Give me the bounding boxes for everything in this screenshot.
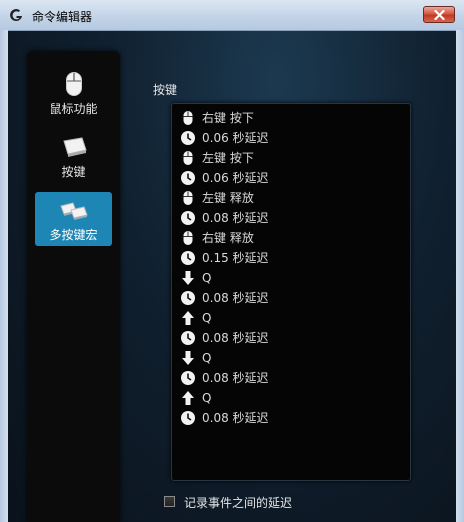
- event-text: 左键 释放: [202, 191, 254, 205]
- list-item[interactable]: 0.08 秒延迟: [180, 288, 400, 308]
- list-item[interactable]: Q: [180, 268, 400, 288]
- record-delay-label: 记录事件之间的延迟: [184, 496, 293, 510]
- list-item[interactable]: Q: [180, 388, 400, 408]
- multi-key-icon: [59, 202, 88, 220]
- list-item[interactable]: 0.08 秒延迟: [180, 408, 400, 428]
- list-item[interactable]: Q: [180, 308, 400, 328]
- arrow-down-icon: [182, 271, 194, 285]
- event-text: Q: [202, 271, 212, 285]
- record-delay-checkbox[interactable]: [164, 496, 175, 507]
- event-text: 0.06 秒延迟: [202, 171, 269, 185]
- event-text: Q: [202, 311, 212, 325]
- list-item[interactable]: 0.08 秒延迟: [180, 368, 400, 388]
- list-item[interactable]: 左键 释放: [180, 188, 400, 208]
- event-text: Q: [202, 391, 212, 405]
- logitech-g-logo-icon: [10, 9, 22, 22]
- list-item[interactable]: Q: [180, 348, 400, 368]
- arrow-up-icon: [182, 311, 194, 325]
- clock-icon: [181, 171, 195, 185]
- mouse-icon: [183, 151, 193, 165]
- list-item[interactable]: 0.08 秒延迟: [180, 208, 400, 228]
- window-title: 命令编辑器: [32, 10, 93, 24]
- event-text: 0.08 秒延迟: [202, 211, 269, 225]
- event-text: 0.08 秒延迟: [202, 371, 269, 385]
- event-text: Q: [202, 351, 212, 365]
- mouse-icon: [183, 111, 193, 125]
- list-item[interactable]: 0.06 秒延迟: [180, 168, 400, 188]
- list-item[interactable]: 右键 按下: [180, 108, 400, 128]
- close-button[interactable]: [423, 6, 455, 23]
- close-icon: [434, 10, 445, 20]
- event-text: 0.08 秒延迟: [202, 291, 269, 305]
- window-frame-right: [456, 30, 464, 522]
- event-list[interactable]: 右键 按下 0.06 秒延迟 左键 按下 0.06 秒延迟 左键 释放 0.08…: [171, 103, 411, 481]
- list-item[interactable]: 0.06 秒延迟: [180, 128, 400, 148]
- arrow-down-icon: [182, 351, 194, 365]
- event-text: 右键 释放: [202, 231, 254, 245]
- sidebar-item-mouse-function[interactable]: 鼠标功能: [35, 66, 112, 120]
- event-text: 0.15 秒延迟: [202, 251, 269, 265]
- list-item[interactable]: 0.08 秒延迟: [180, 328, 400, 348]
- sidebar-item-label: 按键: [61, 165, 86, 179]
- clock-icon: [181, 211, 195, 225]
- record-delay-option[interactable]: 记录事件之间的延迟: [164, 494, 364, 510]
- sidebar-item-label: 多按键宏: [49, 228, 98, 242]
- event-text: 左键 按下: [202, 151, 254, 165]
- content-area: 鼠标功能 按键 多按键宏 按键 右键 按下 0.06 秒延迟 左键 按下 0.0…: [8, 31, 456, 522]
- window-frame-left: [0, 30, 8, 522]
- sidebar: 鼠标功能 按键 多按键宏: [27, 51, 120, 522]
- event-text: 0.06 秒延迟: [202, 131, 269, 145]
- event-text: 0.08 秒延迟: [202, 331, 269, 345]
- list-item[interactable]: 0.15 秒延迟: [180, 248, 400, 268]
- section-label: 按键: [153, 83, 178, 97]
- arrow-up-icon: [182, 391, 194, 405]
- mouse-icon: [65, 72, 82, 96]
- key-icon: [62, 137, 87, 157]
- clock-icon: [181, 251, 195, 265]
- title-bar[interactable]: 命令编辑器: [0, 0, 464, 31]
- mouse-icon: [183, 191, 193, 205]
- sidebar-item-multi-key-macro[interactable]: 多按键宏: [35, 192, 112, 246]
- clock-icon: [181, 291, 195, 305]
- event-text: 右键 按下: [202, 111, 254, 125]
- clock-icon: [181, 371, 195, 385]
- list-item[interactable]: 右键 释放: [180, 228, 400, 248]
- sidebar-item-label: 鼠标功能: [49, 102, 98, 116]
- mouse-icon: [183, 231, 193, 245]
- clock-icon: [181, 331, 195, 345]
- event-text: 0.08 秒延迟: [202, 411, 269, 425]
- list-item[interactable]: 左键 按下: [180, 148, 400, 168]
- clock-icon: [181, 411, 195, 425]
- clock-icon: [181, 131, 195, 145]
- sidebar-item-key[interactable]: 按键: [35, 129, 112, 183]
